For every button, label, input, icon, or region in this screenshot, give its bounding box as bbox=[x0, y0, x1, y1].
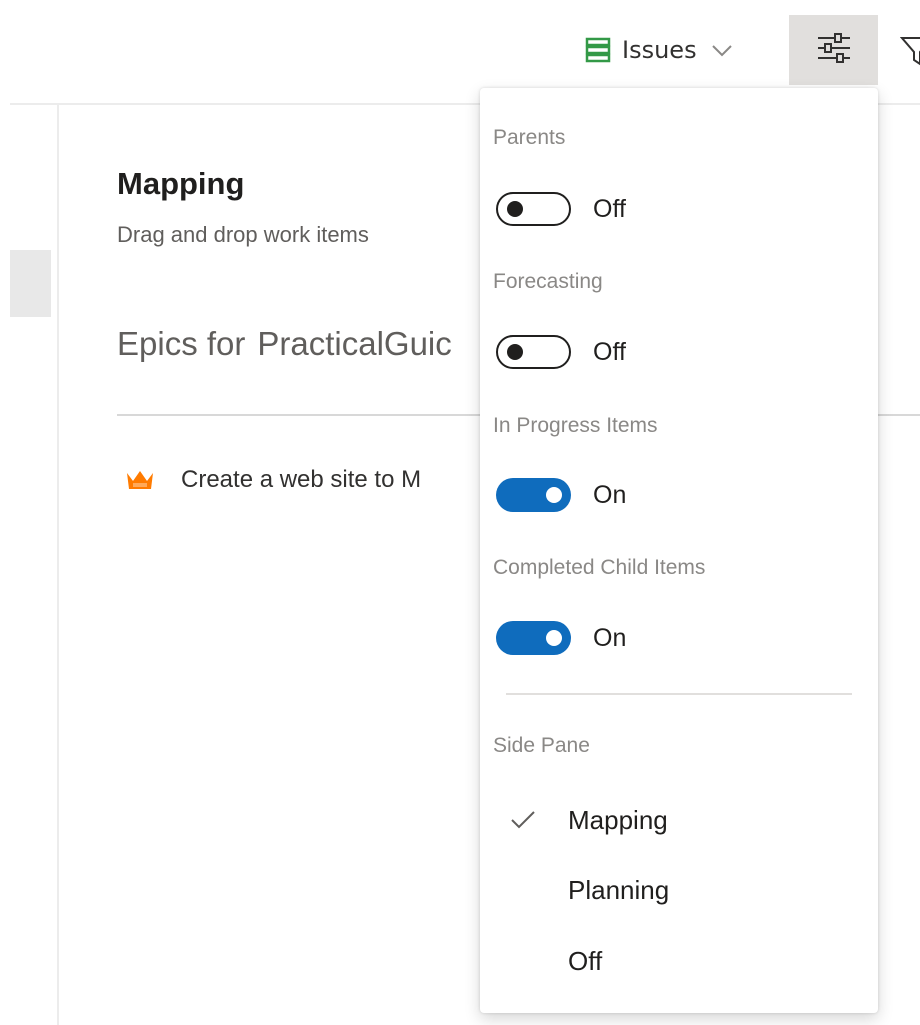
parents-toggle[interactable]: Off bbox=[496, 189, 626, 229]
side-pane-label: Side Pane bbox=[493, 734, 590, 757]
checkmark-icon bbox=[510, 809, 536, 831]
epics-heading: Epics for PracticalGuic bbox=[117, 325, 452, 363]
view-options-panel: Parents Off Forecasting Off In Progress … bbox=[480, 88, 878, 1013]
parents-label: Parents bbox=[493, 126, 566, 149]
toggle-state-label: On bbox=[593, 623, 627, 652]
toggle-switch[interactable] bbox=[496, 621, 571, 655]
completed-child-items-toggle[interactable]: On bbox=[496, 618, 626, 658]
toggle-switch[interactable] bbox=[496, 478, 571, 512]
filter-icon bbox=[900, 37, 920, 68]
menu-divider bbox=[506, 693, 852, 695]
forecasting-label: Forecasting bbox=[493, 270, 603, 293]
mapping-pane-title: Mapping bbox=[117, 166, 245, 201]
side-pane-option-label: Mapping bbox=[568, 804, 668, 835]
epic-title: Create a web site to M bbox=[181, 466, 422, 493]
side-pane-option-label: Off bbox=[568, 945, 603, 976]
backlog-row-highlight[interactable] bbox=[10, 250, 51, 317]
mapping-pane-subtitle: Drag and drop work items bbox=[117, 222, 369, 247]
epic-list-item[interactable]: Create a web site to M bbox=[117, 458, 421, 502]
forecasting-toggle[interactable]: Off bbox=[496, 332, 626, 372]
side-pane-option-planning[interactable]: Planning bbox=[480, 862, 878, 918]
toggle-switch[interactable] bbox=[496, 335, 571, 369]
side-pane-option-mapping[interactable]: Mapping bbox=[480, 792, 878, 848]
in-progress-items-toggle[interactable]: On bbox=[496, 475, 626, 515]
side-pane-option-label: Planning bbox=[568, 874, 670, 905]
filter-button[interactable] bbox=[900, 34, 920, 68]
side-pane-option-off[interactable]: Off bbox=[480, 933, 878, 989]
in-progress-items-label: In Progress Items bbox=[493, 414, 658, 437]
pane-divider bbox=[57, 105, 59, 1025]
toggle-switch[interactable] bbox=[496, 192, 571, 226]
epics-prefix: Epics for bbox=[117, 325, 246, 362]
chevron-down-icon bbox=[711, 43, 733, 57]
project-name: PracticalGuic bbox=[257, 325, 452, 362]
backlog-level-picker[interactable]: Issues bbox=[584, 30, 733, 70]
view-options-icon bbox=[816, 32, 852, 68]
toggle-state-label: On bbox=[593, 480, 627, 509]
epic-crown-icon bbox=[125, 469, 155, 491]
backlog-level-label: Issues bbox=[622, 36, 697, 64]
view-options-button[interactable] bbox=[789, 15, 878, 85]
toggle-state-label: Off bbox=[593, 337, 626, 366]
toggle-state-label: Off bbox=[593, 194, 626, 223]
backlog-page: Issues Mapping Drag and drop work items … bbox=[0, 0, 920, 1025]
backlog-list-icon bbox=[584, 36, 612, 64]
completed-child-items-label: Completed Child Items bbox=[493, 556, 706, 579]
